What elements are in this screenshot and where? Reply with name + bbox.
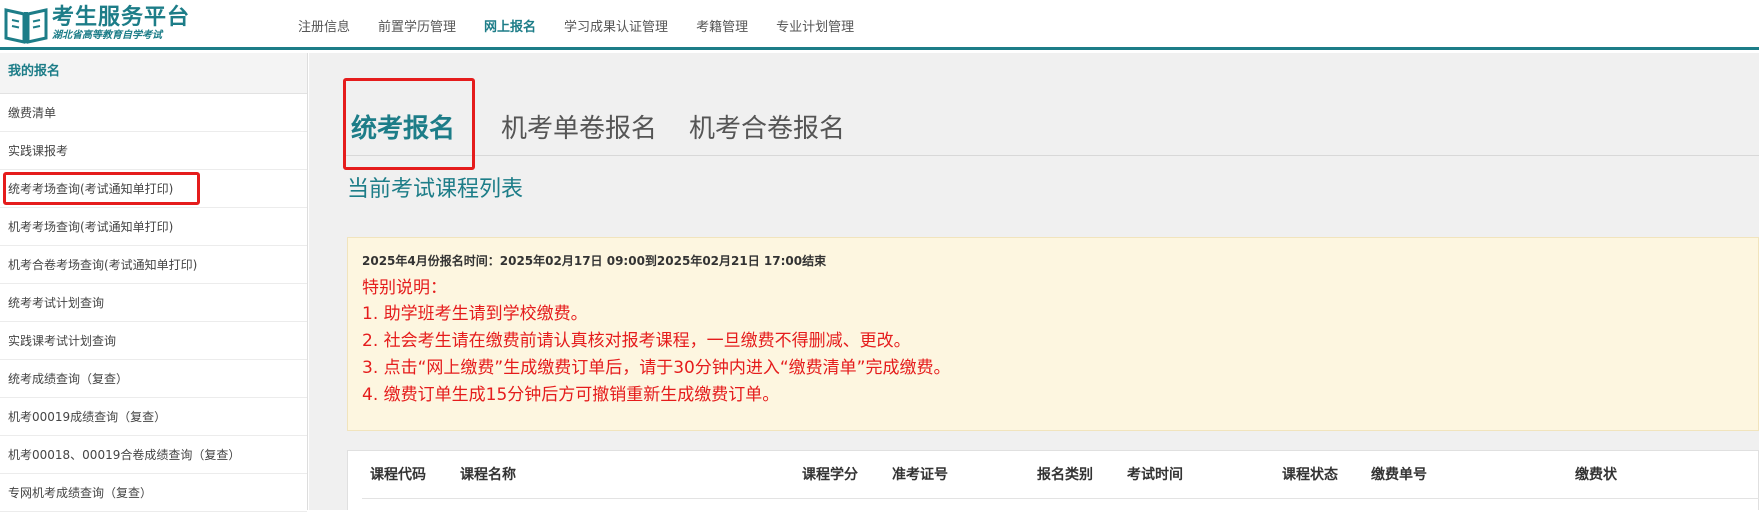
column-header: 课程状态	[1282, 467, 1338, 483]
sidebar-item-practical-exam-plan[interactable]: 实践课考试计划查询	[0, 322, 307, 360]
column-header: 课程学分	[802, 467, 858, 483]
sidebar-item-unified-exam-plan[interactable]: 统考考试计划查询	[0, 284, 307, 322]
sidebar-item-unified-exam-venue[interactable]: 统考考场查询(考试通知单打印)	[0, 170, 307, 208]
logo[interactable]: 考生服务平台 湖北省高等教育自学考试	[4, 6, 190, 46]
sidebar-item-network-scores[interactable]: 专网机考成绩查询（复查）	[0, 474, 307, 512]
course-table: 课程代码 课程名称 课程学分 准考证号 报名类别 考试时间 课程状态 缴费单号 …	[347, 450, 1759, 510]
sidebar: 我的报名 缴费清单 实践课报考 统考考场查询(考试通知单打印) 机考考场查询(考…	[0, 53, 308, 512]
sidebar-item-00019-scores[interactable]: 机考00019成绩查询（复查）	[0, 398, 307, 436]
notice-line: 2. 社会考生请在缴费前请认真核对报考课程，一旦缴费不得删减、更改。	[362, 331, 911, 351]
logo-title: 考生服务平台	[52, 5, 191, 30]
sidebar-item-payment-list[interactable]: 缴费清单	[0, 94, 307, 132]
sidebar-item-label: 统考考试计划查询	[8, 296, 105, 310]
column-header: 缴费状	[1575, 467, 1617, 483]
notice-line: 3. 点击“网上缴费”生成缴费订单后，请于30分钟内进入“缴费清单”完成缴费。	[362, 358, 951, 378]
nav-item-prior-education[interactable]: 前置学历管理	[378, 16, 456, 35]
sidebar-item-label: 专网机考成绩查询（复查）	[8, 486, 153, 500]
top-header: 考生服务平台 湖北省高等教育自学考试 注册信息 前置学历管理 网上报名 学习成果…	[0, 0, 1759, 50]
column-header: 考试时间	[1127, 467, 1183, 483]
notice-box: 2025年4月份报名时间：2025年02月17日 09:00到2025年02月2…	[347, 237, 1759, 431]
column-header: 课程名称	[460, 467, 516, 483]
nav-item-student-records[interactable]: 考籍管理	[696, 16, 748, 35]
book-icon	[4, 6, 48, 44]
sidebar-title: 我的报名	[0, 53, 307, 94]
table-header: 课程代码 课程名称 课程学分 准考证号 报名类别 考试时间 课程状态 缴费单号 …	[362, 451, 1759, 499]
sidebar-item-label: 缴费清单	[8, 106, 57, 120]
sidebar-item-practical-signup[interactable]: 实践课报考	[0, 132, 307, 170]
sidebar-item-label: 统考成绩查询（复查）	[8, 372, 129, 386]
tab-computer-single[interactable]: 机考单卷报名	[501, 108, 657, 155]
sidebar-item-combined-scores[interactable]: 机考00018、00019合卷成绩查询（复查）	[0, 436, 307, 474]
logo-subtitle: 湖北省高等教育自学考试	[52, 30, 162, 41]
tab-label: 统考报名	[351, 114, 456, 144]
tab-unified-exam[interactable]: 统考报名	[343, 78, 475, 170]
sidebar-item-combined-exam-venue[interactable]: 机考合卷考场查询(考试通知单打印)	[0, 246, 307, 284]
nav-item-online-signup[interactable]: 网上报名	[484, 16, 536, 35]
column-header: 准考证号	[892, 467, 948, 483]
top-nav: 注册信息 前置学历管理 网上报名 学习成果认证管理 考籍管理 专业计划管理	[298, 0, 882, 50]
column-header: 报名类别	[1037, 467, 1093, 483]
notice-heading: 特别说明：	[362, 278, 447, 298]
column-header: 缴费单号	[1371, 467, 1427, 483]
sidebar-item-label: 统考考场查询(考试通知单打印)	[8, 182, 174, 196]
column-header: 课程代码	[370, 467, 426, 483]
notice-line: 1. 助学班考生请到学校缴费。	[362, 304, 588, 324]
tab-computer-combined[interactable]: 机考合卷报名	[689, 108, 845, 155]
sidebar-item-label: 机考考场查询(考试通知单打印)	[8, 220, 174, 234]
sidebar-item-unified-scores[interactable]: 统考成绩查询（复查）	[0, 360, 307, 398]
nav-item-registration-info[interactable]: 注册信息	[298, 16, 350, 35]
sidebar-item-label: 机考00019成绩查询（复查）	[8, 410, 167, 424]
section-title: 当前考试课程列表	[347, 177, 524, 202]
main-content: 统考报名 机考单卷报名 机考合卷报名 当前考试课程列表 2025年4月份报名时间…	[309, 53, 1759, 510]
signup-time: 2025年4月份报名时间：2025年02月17日 09:00到2025年02月2…	[362, 254, 827, 268]
notice-line: 4. 缴费订单生成15分钟后方可撤销重新生成缴费订单。	[362, 385, 780, 405]
sidebar-item-label: 机考00018、00019合卷成绩查询（复查）	[8, 448, 241, 462]
signup-tabs: 统考报名 机考单卷报名 机考合卷报名	[343, 77, 1759, 170]
nav-item-learning-credit[interactable]: 学习成果认证管理	[564, 16, 668, 35]
nav-item-major-plan[interactable]: 专业计划管理	[776, 16, 854, 35]
sidebar-item-label: 机考合卷考场查询(考试通知单打印)	[8, 258, 198, 272]
sidebar-item-computer-exam-venue[interactable]: 机考考场查询(考试通知单打印)	[0, 208, 307, 246]
sidebar-item-label: 实践课考试计划查询	[8, 334, 117, 348]
sidebar-item-label: 实践课报考	[8, 144, 69, 158]
